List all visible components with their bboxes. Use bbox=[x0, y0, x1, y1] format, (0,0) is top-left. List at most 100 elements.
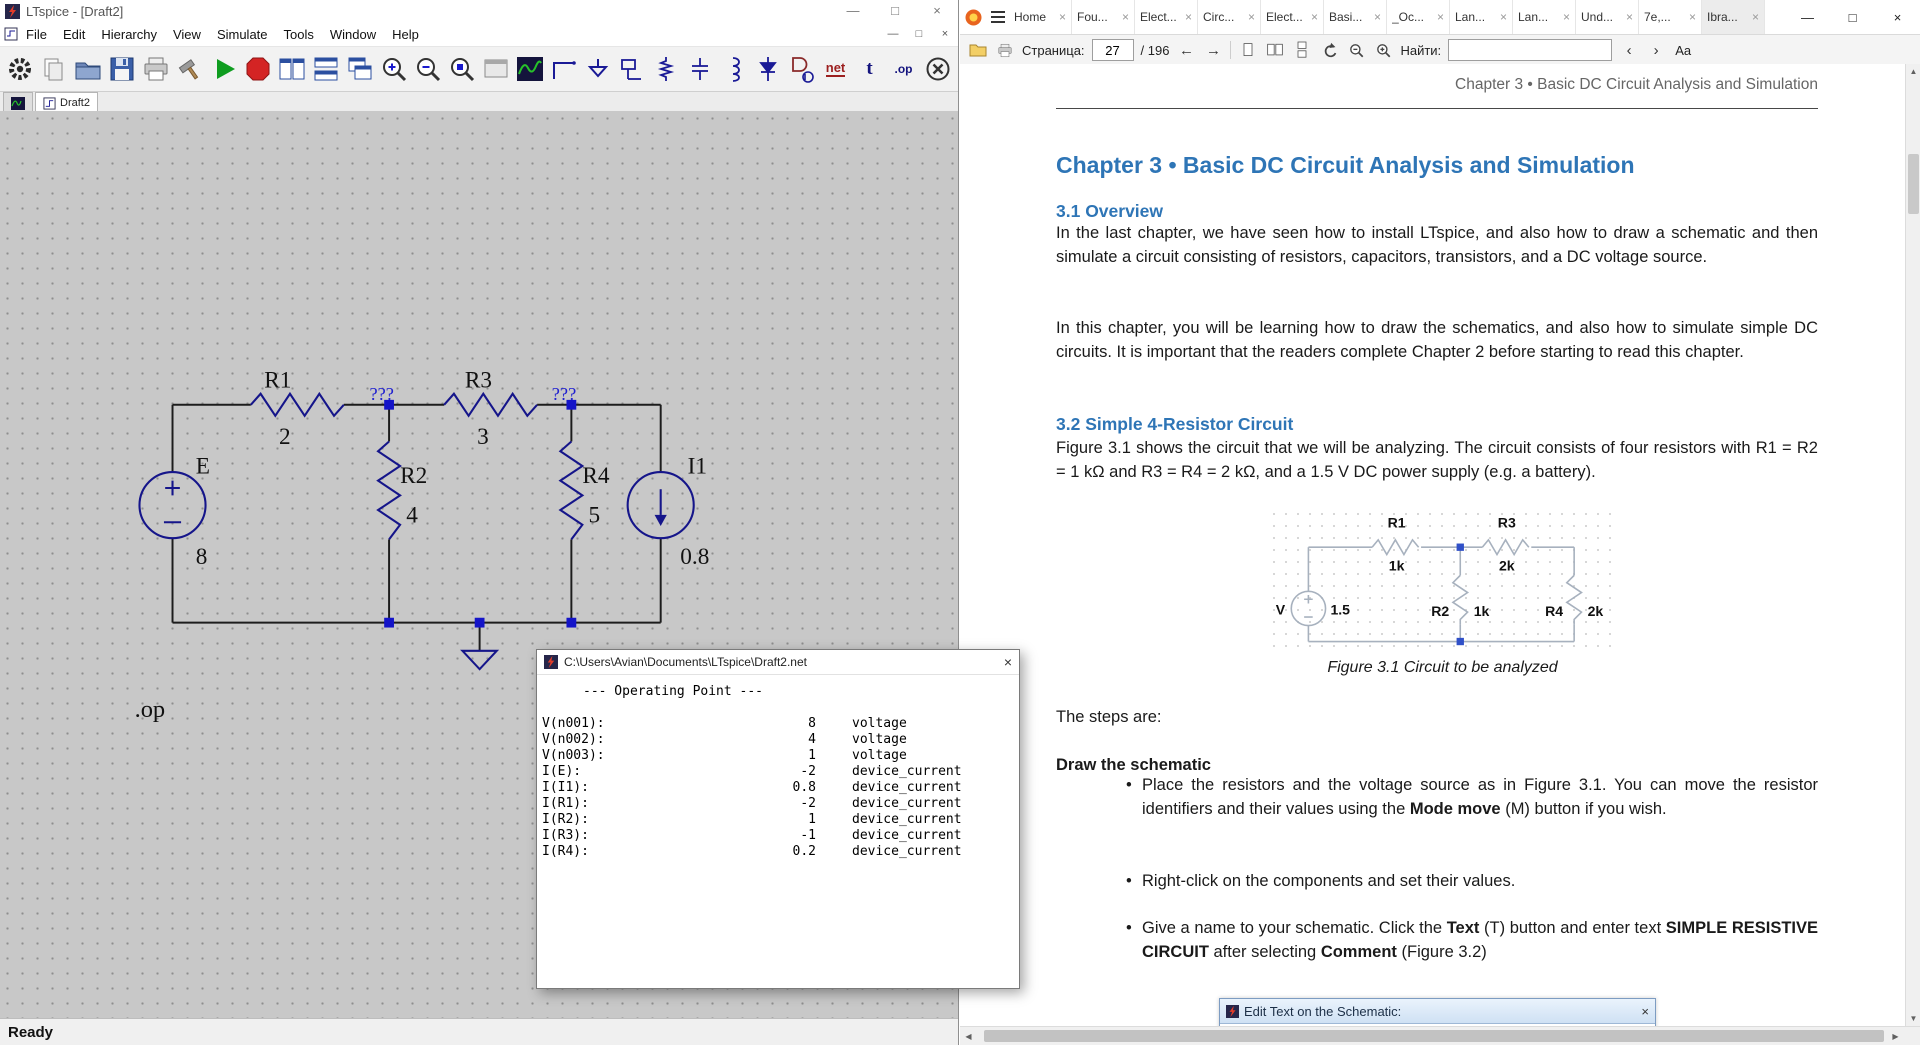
component-button[interactable] bbox=[785, 49, 818, 89]
tab-close-icon[interactable]: × bbox=[1563, 10, 1570, 24]
components[interactable] bbox=[139, 394, 693, 669]
pdf-tab-8[interactable]: Lan...× bbox=[1513, 0, 1576, 34]
print-button[interactable] bbox=[995, 38, 1015, 62]
spice-directive-button[interactable]: .op bbox=[887, 49, 920, 89]
zoom-in-button[interactable] bbox=[377, 49, 410, 89]
tab-close-icon[interactable]: × bbox=[1059, 10, 1066, 24]
zoom-full-button[interactable] bbox=[445, 49, 478, 89]
tab-close-icon[interactable]: × bbox=[1374, 10, 1381, 24]
tab-close-icon[interactable]: × bbox=[1437, 10, 1444, 24]
tile-vertical-button[interactable] bbox=[275, 49, 308, 89]
cascade-button[interactable] bbox=[343, 49, 376, 89]
tab-close-icon[interactable]: × bbox=[1311, 10, 1318, 24]
open-button[interactable] bbox=[71, 49, 104, 89]
mdi-minimize-button[interactable]: — bbox=[880, 28, 906, 40]
save-button[interactable] bbox=[105, 49, 138, 89]
settings-gear-button[interactable] bbox=[3, 49, 36, 89]
horizontal-scrollbar[interactable]: ◀ ▶ bbox=[960, 1026, 1920, 1045]
find-prev-button[interactable]: ‹ bbox=[1619, 38, 1639, 62]
forward-button[interactable]: → bbox=[1203, 38, 1223, 62]
fig-label-r4: R4 bbox=[1545, 603, 1563, 619]
scroll-right-arrow[interactable]: ▶ bbox=[1887, 1027, 1904, 1045]
match-case-button[interactable]: Aa bbox=[1673, 38, 1693, 62]
ground-button[interactable] bbox=[581, 49, 614, 89]
pdf-tab-4[interactable]: Elect...× bbox=[1261, 0, 1324, 34]
back-button[interactable]: ← bbox=[1176, 38, 1196, 62]
vertical-scroll-thumb[interactable] bbox=[1908, 154, 1919, 214]
horizontal-scroll-thumb[interactable] bbox=[984, 1030, 1884, 1042]
pdf-tab-5[interactable]: Basi...× bbox=[1324, 0, 1387, 34]
find-next-button[interactable]: › bbox=[1646, 38, 1666, 62]
close-button[interactable]: × bbox=[916, 0, 958, 22]
maximize-button[interactable]: □ bbox=[1830, 0, 1875, 34]
maximize-button[interactable]: □ bbox=[874, 0, 916, 22]
tab-close-icon[interactable]: × bbox=[1248, 10, 1255, 24]
tab-close-icon[interactable]: × bbox=[1626, 10, 1633, 24]
fig-value-r3: 2k bbox=[1499, 557, 1515, 573]
capacitor-button[interactable] bbox=[683, 49, 716, 89]
tab-waveform[interactable] bbox=[3, 92, 33, 113]
page-number-input[interactable] bbox=[1092, 39, 1134, 61]
mdi-close-button[interactable]: × bbox=[932, 28, 958, 40]
menu-view[interactable]: View bbox=[165, 27, 209, 42]
open-file-button[interactable] bbox=[968, 38, 988, 62]
halt-button[interactable] bbox=[241, 49, 274, 89]
view-single-page-button[interactable] bbox=[1238, 38, 1258, 62]
menu-hierarchy[interactable]: Hierarchy bbox=[93, 27, 165, 42]
tab-draft2[interactable]: Draft2 bbox=[35, 92, 98, 113]
find-input[interactable] bbox=[1448, 39, 1612, 61]
menu-tools[interactable]: Tools bbox=[276, 27, 322, 42]
tab-close-icon[interactable]: × bbox=[1122, 10, 1129, 24]
minimize-button[interactable]: — bbox=[1785, 0, 1830, 34]
scroll-down-arrow[interactable]: ▼ bbox=[1906, 1011, 1920, 1026]
cut-button[interactable] bbox=[921, 49, 954, 89]
pdf-tab-10[interactable]: 7e,...× bbox=[1639, 0, 1702, 34]
run-button[interactable] bbox=[207, 49, 240, 89]
mdi-restore-button[interactable]: □ bbox=[906, 28, 932, 40]
menu-file[interactable]: File bbox=[18, 27, 55, 42]
print-button[interactable] bbox=[139, 49, 172, 89]
wire-button[interactable] bbox=[547, 49, 580, 89]
zoom-out-button[interactable] bbox=[411, 49, 444, 89]
menu-simulate[interactable]: Simulate bbox=[209, 27, 276, 42]
text-tool-button[interactable]: t bbox=[853, 49, 886, 89]
pdf-tab-home[interactable]: Home× bbox=[1009, 0, 1072, 34]
pdf-tab-11[interactable]: Ibra...× bbox=[1702, 0, 1765, 34]
dialog-titlebar[interactable]: C:\Users\Avian\Documents\LTspice\Draft2.… bbox=[537, 650, 1019, 675]
view-continuous-button[interactable] bbox=[1292, 38, 1312, 62]
diode-button[interactable] bbox=[751, 49, 784, 89]
tab-close-icon[interactable]: × bbox=[1689, 10, 1696, 24]
tab-close-icon[interactable]: × bbox=[1185, 10, 1192, 24]
dialog-close-button[interactable]: × bbox=[1004, 654, 1012, 670]
tab-close-icon[interactable]: × bbox=[1752, 10, 1759, 24]
menu-edit[interactable]: Edit bbox=[55, 27, 93, 42]
minimize-button[interactable]: — bbox=[832, 0, 874, 22]
close-button[interactable]: × bbox=[1875, 0, 1920, 34]
menu-hamburger-button[interactable] bbox=[987, 11, 1009, 23]
scroll-up-arrow[interactable]: ▲ bbox=[1906, 64, 1920, 79]
label-net-button[interactable] bbox=[615, 49, 648, 89]
rotate-left-button[interactable] bbox=[1319, 38, 1339, 62]
pdf-tab-2[interactable]: Elect...× bbox=[1135, 0, 1198, 34]
zoom-out-button[interactable] bbox=[1346, 38, 1366, 62]
resistor-button[interactable] bbox=[649, 49, 682, 89]
pdf-tab-1[interactable]: Fou...× bbox=[1072, 0, 1135, 34]
waveform-button[interactable] bbox=[513, 49, 546, 89]
netlist-button[interactable]: net bbox=[819, 49, 852, 89]
tab-close-icon[interactable]: × bbox=[1500, 10, 1507, 24]
tile-horizontal-button[interactable] bbox=[309, 49, 342, 89]
view-facing-button[interactable] bbox=[1265, 38, 1285, 62]
pdf-tab-7[interactable]: Lan...× bbox=[1450, 0, 1513, 34]
menu-help[interactable]: Help bbox=[384, 27, 427, 42]
pane-button[interactable] bbox=[479, 49, 512, 89]
pdf-tab-9[interactable]: Und...× bbox=[1576, 0, 1639, 34]
menu-window[interactable]: Window bbox=[322, 27, 384, 42]
vertical-scrollbar[interactable]: ▲ ▼ bbox=[1905, 64, 1920, 1026]
zoom-in-button[interactable] bbox=[1373, 38, 1393, 62]
paste-button[interactable] bbox=[37, 49, 70, 89]
inductor-button[interactable] bbox=[717, 49, 750, 89]
control-panel-button[interactable] bbox=[173, 49, 206, 89]
pdf-tab-6[interactable]: _Oc...× bbox=[1387, 0, 1450, 34]
scroll-left-arrow[interactable]: ◀ bbox=[960, 1027, 977, 1045]
pdf-tab-3[interactable]: Circ...× bbox=[1198, 0, 1261, 34]
